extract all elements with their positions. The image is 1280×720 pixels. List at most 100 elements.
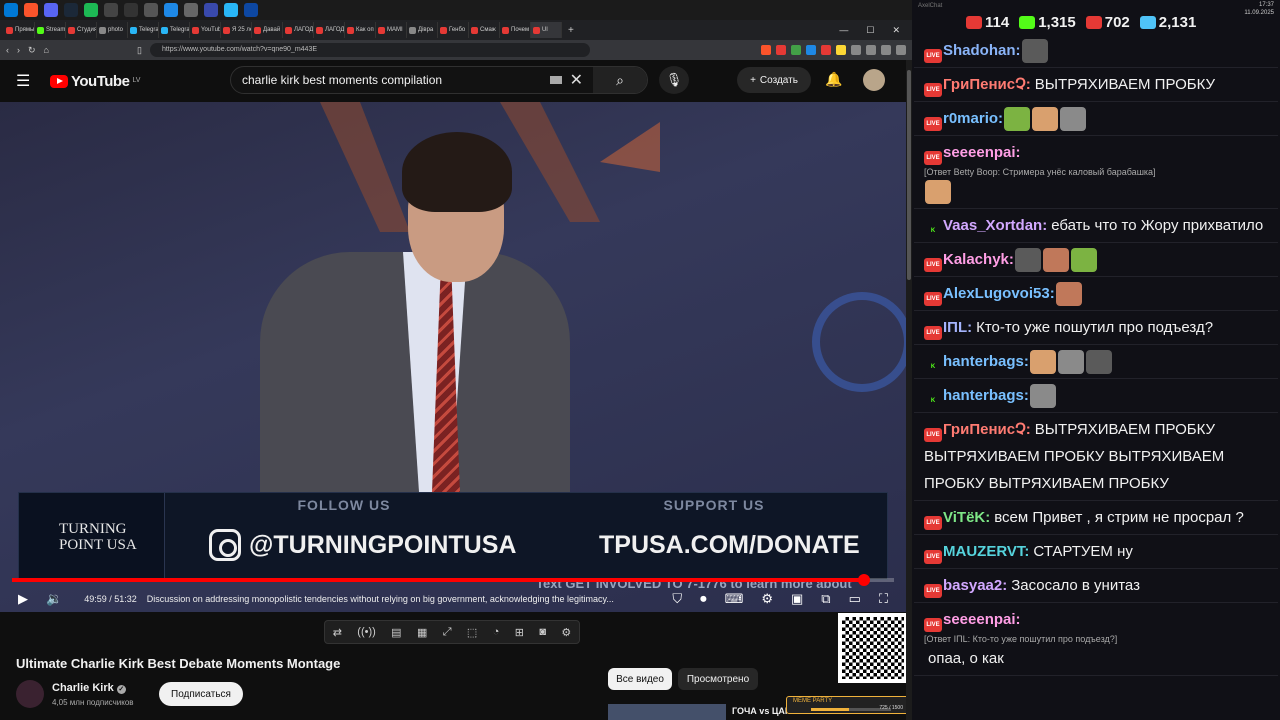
minimize-icon[interactable]: — — [839, 25, 848, 36]
theater-mode-icon[interactable]: ▭ — [849, 591, 861, 607]
chat-username[interactable]: seeeenpai: — [943, 144, 1021, 161]
camera-icon[interactable]: ◙ — [539, 626, 546, 638]
progress-bar[interactable] — [12, 574, 894, 586]
autoplay-toggle-icon[interactable]: ⏺ — [700, 591, 707, 607]
chat-username[interactable]: MAUZERVT: — [943, 543, 1029, 560]
browser-tab[interactable]: Студия — [66, 22, 97, 38]
url-input[interactable]: https://www.youtube.com/watch?v=qne90_m4… — [149, 43, 590, 57]
broadcast-icon[interactable]: ((•)) — [357, 626, 376, 638]
browser-tab[interactable]: Я 25 ле — [221, 22, 252, 38]
extension-icon[interactable] — [866, 45, 876, 55]
browser-tab[interactable]: Дiвра — [407, 22, 438, 38]
extension-icon[interactable] — [851, 45, 861, 55]
browser-tab[interactable]: Ul — [531, 22, 562, 38]
speed-icon[interactable]: ◔ — [493, 626, 500, 638]
channel-avatar[interactable] — [16, 680, 44, 708]
app-icon[interactable] — [164, 3, 178, 17]
browser-tab[interactable]: Смаж — [469, 22, 500, 38]
music-icon[interactable] — [881, 45, 891, 55]
steam-icon[interactable] — [64, 3, 78, 17]
fullscreen-icon[interactable]: ⛶ — [879, 591, 888, 607]
create-button[interactable]: + Создать — [737, 67, 811, 93]
forward-icon[interactable]: › — [17, 45, 20, 55]
voice-search-icon[interactable]: 🎙 — [659, 66, 689, 94]
recommended-title[interactable]: ГОЧА vs ЦАР — [732, 706, 791, 716]
browser-tab[interactable]: ЛАГОД — [314, 22, 345, 38]
search-button[interactable]: ⌕ — [593, 67, 647, 93]
browser-tab[interactable]: Давай — [252, 22, 283, 38]
spotify-icon[interactable] — [84, 3, 98, 17]
reload-icon[interactable]: ↻ — [28, 45, 36, 56]
close-icon[interactable]: ✕ — [892, 25, 900, 36]
chat-username[interactable]: hanterbags: — [943, 353, 1029, 370]
brave-shield-icon[interactable] — [761, 45, 771, 55]
volume-icon[interactable]: 🔉 — [46, 591, 62, 607]
brave-icon[interactable] — [24, 3, 38, 17]
app-icon[interactable] — [204, 3, 218, 17]
chat-username[interactable]: r0mario: — [943, 110, 1003, 127]
back-icon[interactable]: ‹ — [6, 45, 9, 55]
app-icon[interactable] — [144, 3, 158, 17]
video-player[interactable]: TURNING POINT USA FOLLOW US SUPPORT US @… — [0, 102, 906, 612]
extension-icon[interactable] — [821, 45, 831, 55]
chapter-title[interactable]: Discussion on addressing monopolistic te… — [147, 594, 627, 604]
chat-username[interactable]: IПL: — [943, 319, 972, 336]
browser-tab[interactable]: Генбо — [438, 22, 469, 38]
subtitles-icon[interactable]: ⌨ — [725, 591, 744, 607]
clapper-icon[interactable]: ▦ — [417, 626, 427, 639]
shield-icon[interactable]: ⛉ — [672, 591, 682, 607]
scrollbar-thumb[interactable] — [907, 70, 911, 280]
notifications-bell-icon[interactable]: 🔔 — [825, 71, 842, 88]
browser-tab[interactable]: Прямые — [4, 22, 35, 38]
browser-tab[interactable]: photo — [97, 22, 128, 38]
browser-tab[interactable]: Telegra — [159, 22, 190, 38]
extension-icon[interactable] — [806, 45, 816, 55]
chat-username[interactable]: ГриПенисՉ: — [943, 76, 1031, 93]
settings-gear-icon[interactable]: ⚙ — [761, 591, 773, 607]
obs-icon[interactable] — [124, 3, 138, 17]
chat-username[interactable]: Shadohan: — [943, 42, 1021, 59]
new-tab-icon[interactable]: + — [568, 25, 574, 36]
keyboard-icon[interactable] — [549, 76, 562, 84]
loop-icon[interactable]: ⇄ — [333, 626, 342, 639]
screen-icon[interactable]: ▤ — [391, 626, 401, 639]
chat-username[interactable]: Vaas_Xortdan: — [943, 217, 1047, 234]
home-icon[interactable]: ⌂ — [44, 45, 49, 55]
telegram-icon[interactable] — [224, 3, 238, 17]
youtube-logo[interactable]: YouTube LV — [50, 73, 140, 90]
chat-username[interactable]: hanterbags: — [943, 387, 1029, 404]
clear-search-icon[interactable]: ✕ — [570, 70, 583, 90]
browser-tab[interactable]: Telegra — [128, 22, 159, 38]
hamburger-menu-icon[interactable]: ☰ — [16, 71, 32, 91]
expand-icon[interactable]: ⤢ — [443, 626, 452, 639]
maximize-icon[interactable]: ☐ — [866, 25, 874, 36]
discord-icon[interactable] — [44, 3, 58, 17]
channel-name[interactable]: Charlie Kirk ✓ — [52, 682, 126, 694]
pip-icon[interactable]: ⧉ — [821, 591, 830, 607]
windows-start-icon[interactable] — [4, 3, 18, 17]
browser-tab[interactable]: Stream — [35, 22, 66, 38]
chat-username[interactable]: ViTёK: — [943, 509, 990, 526]
miniplayer-icon[interactable]: ▣ — [791, 591, 803, 607]
app-icon[interactable] — [104, 3, 118, 17]
play-icon[interactable]: ▶ — [18, 591, 28, 607]
chat-username[interactable]: Kalachyk: — [943, 251, 1014, 268]
extension-icon[interactable] — [776, 45, 786, 55]
browser-tab[interactable]: Как оп — [345, 22, 376, 38]
app-icon[interactable] — [184, 3, 198, 17]
chat-username[interactable]: seeeenpai: — [943, 611, 1021, 628]
chat-username[interactable]: ГриПенисՉ: — [943, 421, 1031, 438]
add-icon[interactable]: ⊞ — [515, 626, 524, 639]
bookmark-icon[interactable]: ▯ — [137, 45, 142, 56]
chat-username[interactable]: AlexLugovoi53: — [943, 285, 1055, 302]
chat-username[interactable]: basyaa2: — [943, 577, 1007, 594]
browser-tab[interactable]: Почем — [500, 22, 531, 38]
browser-tab[interactable]: ЛАГОД — [283, 22, 314, 38]
search-input[interactable]: charlie kirk best moments compilation — [231, 73, 550, 87]
chip-watched[interactable]: Просмотрено — [678, 668, 758, 690]
settings-icon[interactable]: ⚙ — [561, 626, 571, 639]
account-avatar[interactable] — [863, 69, 885, 91]
progress-scrubber[interactable] — [858, 574, 871, 586]
subscribe-button[interactable]: Подписаться — [159, 682, 243, 706]
browser-tab[interactable]: YouTub — [190, 22, 221, 38]
